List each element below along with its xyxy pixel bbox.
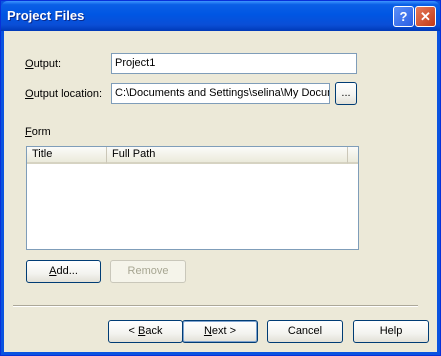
column-header-full-path[interactable]: Full Path <box>107 147 348 164</box>
project-files-dialog: Project Files ? ✕ Output: Project1 Outpu… <box>0 0 441 356</box>
close-icon[interactable]: ✕ <box>415 6 436 27</box>
cancel-button[interactable]: Cancel <box>267 320 343 343</box>
browse-button[interactable]: ... <box>335 82 357 105</box>
column-header-filler <box>348 147 358 164</box>
output-location-label: Output location: <box>25 88 103 100</box>
title-bar[interactable]: Project Files ? ✕ <box>1 1 440 31</box>
help-icon[interactable]: ? <box>393 6 414 27</box>
form-label: Form <box>25 126 51 138</box>
next-button[interactable]: Next > <box>182 320 258 343</box>
output-label: Output: <box>25 58 62 70</box>
output-location-field[interactable]: C:\Documents and Settings\selina\My Docu… <box>111 83 330 104</box>
remove-button[interactable]: Remove <box>110 260 186 283</box>
add-button[interactable]: Add... <box>26 260 101 283</box>
form-list[interactable]: Title Full Path <box>26 146 359 250</box>
help-button[interactable]: Help <box>353 320 429 343</box>
back-button[interactable]: < Back <box>108 320 183 343</box>
column-header-title[interactable]: Title <box>27 147 107 164</box>
dialog-body: Output: Project1 Output location: C:\Doc… <box>4 31 437 352</box>
window-title: Project Files <box>7 8 85 23</box>
separator <box>13 305 418 307</box>
output-field[interactable]: Project1 <box>111 53 357 74</box>
